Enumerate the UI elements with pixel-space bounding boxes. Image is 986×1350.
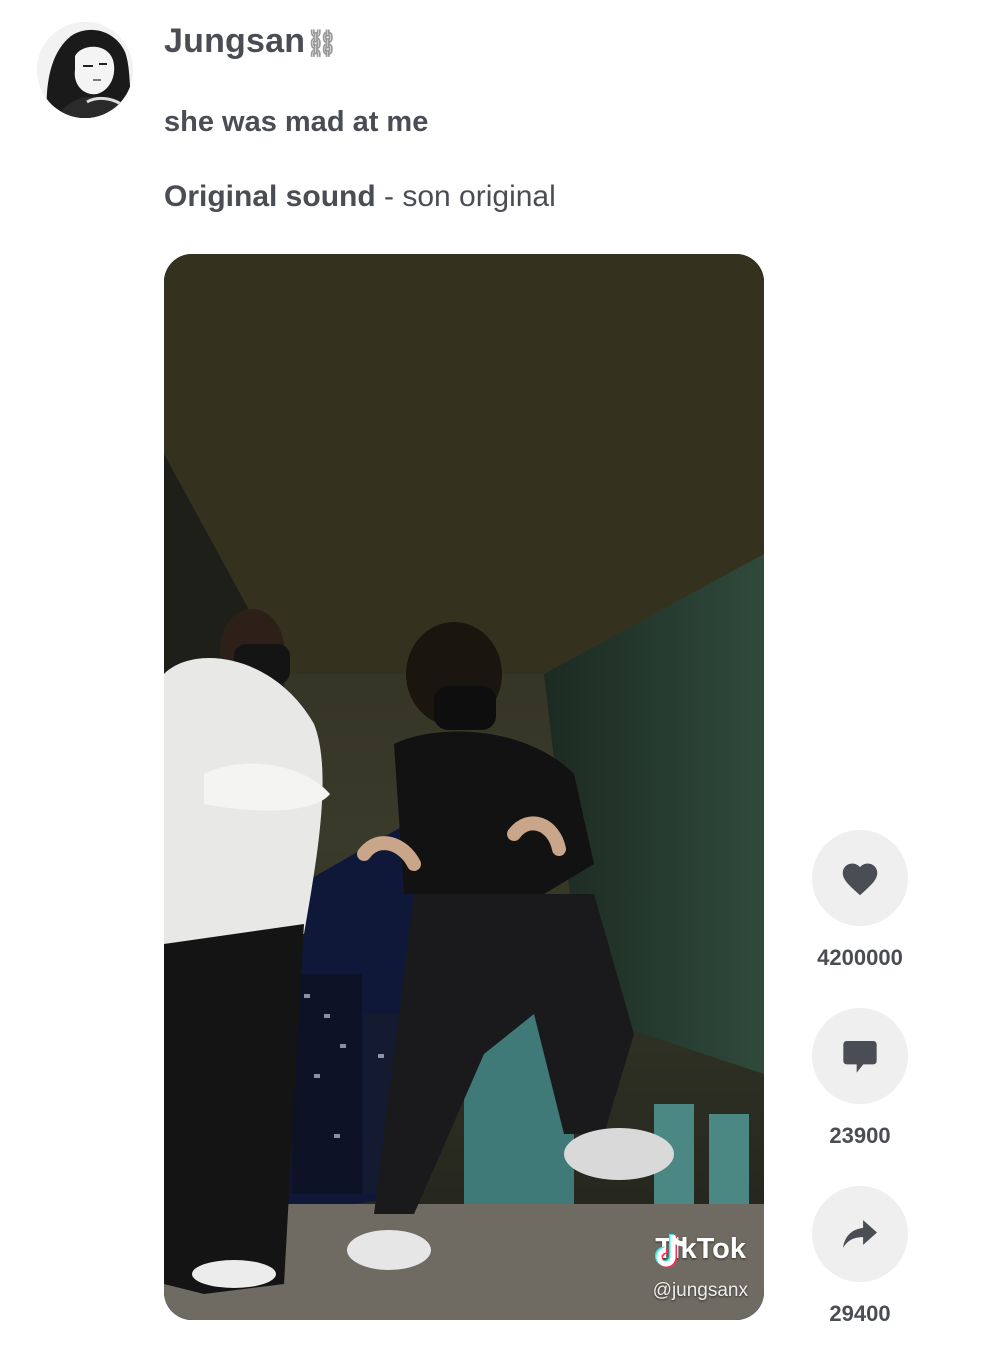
heart-icon: [842, 863, 878, 896]
like-count: 4200000: [817, 945, 903, 970]
sound-title: Original sound: [164, 180, 376, 213]
comment-button[interactable]: [812, 1008, 908, 1104]
username-text: Jungsan: [164, 22, 306, 60]
share-arrow-icon: [843, 1220, 877, 1248]
chain-emoji: ⛓: [305, 29, 339, 59]
avatar-illustration: [37, 22, 133, 118]
share-button[interactable]: [812, 1186, 908, 1282]
comment-icon: [843, 1041, 877, 1073]
comment-count: 23900: [829, 1123, 891, 1148]
avatar[interactable]: [37, 22, 133, 118]
sound-link[interactable]: Original sound - son original: [164, 180, 556, 214]
like-button[interactable]: [812, 830, 908, 926]
video-player[interactable]: TikTok @jungsanx: [164, 254, 764, 1320]
tiktok-note-icon: [655, 1234, 685, 1268]
video-frame: [164, 254, 764, 1320]
watermark-handle: @jungsanx: [652, 1280, 748, 1301]
username[interactable]: Jungsan⛓: [164, 22, 338, 61]
sound-separator: -: [375, 180, 403, 213]
tiktok-watermark: TikTok: [655, 1233, 746, 1268]
post-caption: she was mad at me: [164, 106, 429, 138]
sound-subtitle: son original: [402, 180, 556, 213]
share-count: 29400: [829, 1301, 891, 1326]
